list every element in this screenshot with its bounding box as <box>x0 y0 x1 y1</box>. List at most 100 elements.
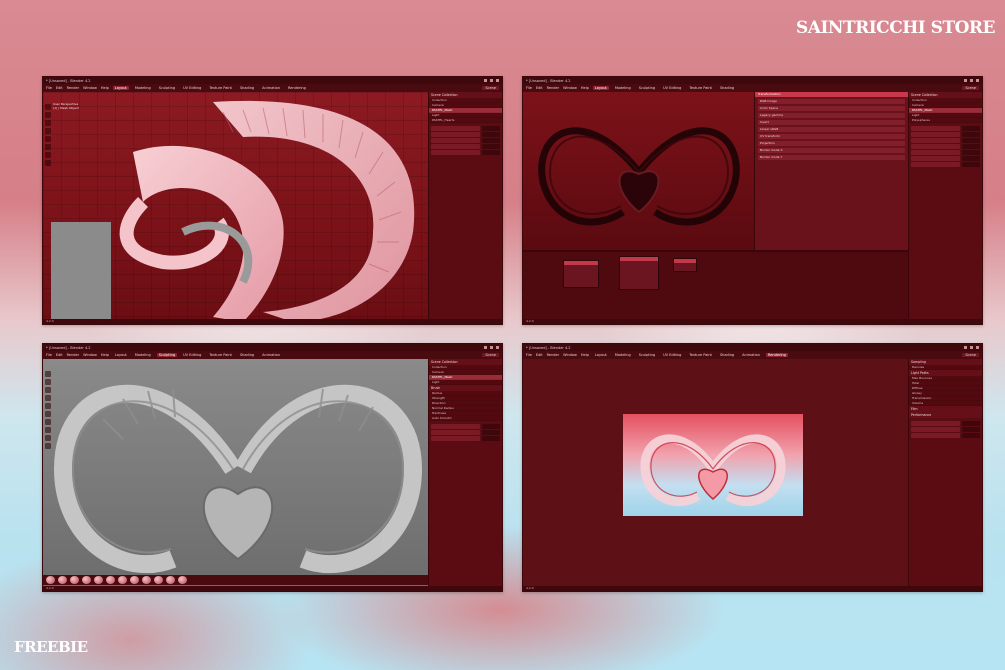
menu-file[interactable]: File <box>46 353 52 357</box>
minimize-icon[interactable] <box>484 346 487 349</box>
tab-texture-paint[interactable]: Texture Paint <box>207 353 234 357</box>
close-icon[interactable] <box>976 346 979 349</box>
3d-viewport[interactable] <box>43 359 428 591</box>
brush-preview-icon[interactable] <box>118 576 127 584</box>
tab-shading[interactable]: Shading <box>718 86 736 90</box>
menu-render[interactable]: Render <box>547 86 559 90</box>
tab-texture-paint[interactable]: Texture Paint <box>687 86 714 90</box>
tab-layout[interactable]: Layout <box>592 86 609 90</box>
menu-help[interactable]: Help <box>101 86 109 90</box>
maximize-icon[interactable] <box>490 346 493 349</box>
3d-viewport[interactable] <box>523 92 754 250</box>
node-row[interactable]: Border mode X <box>758 148 905 153</box>
node-editor[interactable] <box>523 249 908 324</box>
move-tool-icon[interactable] <box>45 120 51 126</box>
measure-tool-icon[interactable] <box>45 160 51 166</box>
tab-modeling[interactable]: Modeling <box>613 353 633 357</box>
menu-render[interactable]: Render <box>67 353 79 357</box>
maximize-icon[interactable] <box>970 79 973 82</box>
minimize-icon[interactable] <box>964 346 967 349</box>
tab-uv-editing[interactable]: UV Editing <box>181 353 203 357</box>
pinch-brush-icon[interactable] <box>45 419 51 425</box>
brush-preview-icon[interactable] <box>130 576 139 584</box>
menu-edit[interactable]: Edit <box>536 353 543 357</box>
node-row[interactable]: RGB Image <box>758 99 905 104</box>
tab-rendering[interactable]: Rendering <box>286 86 308 90</box>
inflate-brush-icon[interactable] <box>45 387 51 393</box>
clay-brush-icon[interactable] <box>45 379 51 385</box>
tab-modeling[interactable]: Modeling <box>613 86 633 90</box>
menu-window[interactable]: Window <box>563 353 577 357</box>
mask-brush-icon[interactable] <box>45 427 51 433</box>
brush-preview-icon[interactable] <box>106 576 115 584</box>
menu-file[interactable]: File <box>526 353 532 357</box>
menu-help[interactable]: Help <box>581 86 589 90</box>
maximize-icon[interactable] <box>490 79 493 82</box>
menu-file[interactable]: File <box>526 86 532 90</box>
close-icon[interactable] <box>976 79 979 82</box>
image-editor[interactable] <box>523 359 908 591</box>
node-row[interactable]: Invert <box>758 120 905 125</box>
tab-texture-paint[interactable]: Texture Paint <box>207 86 234 90</box>
crease-brush-icon[interactable] <box>45 435 51 441</box>
flatten-brush-icon[interactable] <box>45 411 51 417</box>
scene-selector[interactable]: Scene <box>962 86 979 90</box>
tab-layout[interactable]: Layout <box>593 353 609 357</box>
node-row[interactable]: Border mode Y <box>758 155 905 160</box>
scale-tool-icon[interactable] <box>45 136 51 142</box>
menu-window[interactable]: Window <box>83 353 97 357</box>
menu-help[interactable]: Help <box>101 353 109 357</box>
tab-animation[interactable]: Animation <box>260 353 282 357</box>
draw-brush-icon[interactable] <box>45 371 51 377</box>
grab-brush-icon[interactable] <box>45 395 51 401</box>
brush-preview-icon[interactable] <box>178 576 187 584</box>
menu-window[interactable]: Window <box>563 86 577 90</box>
tab-rendering[interactable]: Rendering <box>766 353 788 357</box>
tab-uv-editing[interactable]: UV Editing <box>661 86 683 90</box>
menu-window[interactable]: Window <box>83 86 97 90</box>
tab-uv-editing[interactable]: UV Editing <box>181 86 203 90</box>
brush-preview-icon[interactable] <box>70 576 79 584</box>
brush-preview-icon[interactable] <box>58 576 67 584</box>
tab-modeling[interactable]: Modeling <box>133 86 153 90</box>
shader-node[interactable] <box>673 257 697 272</box>
maximize-icon[interactable] <box>970 346 973 349</box>
scene-selector[interactable]: Scene <box>482 353 499 357</box>
menu-edit[interactable]: Edit <box>536 86 543 90</box>
smooth-brush-icon[interactable] <box>45 403 51 409</box>
menu-file[interactable]: File <box>46 86 52 90</box>
transform-tool-icon[interactable] <box>45 144 51 150</box>
node-row[interactable]: Projection <box>758 141 905 146</box>
brush-preview-icon[interactable] <box>82 576 91 584</box>
menu-edit[interactable]: Edit <box>56 353 63 357</box>
tab-sculpting[interactable]: Sculpting <box>637 86 657 90</box>
tab-sculpting[interactable]: Sculpting <box>637 353 657 357</box>
close-icon[interactable] <box>496 79 499 82</box>
node-row[interactable]: Linear sRGB <box>758 127 905 132</box>
annotate-tool-icon[interactable] <box>45 152 51 158</box>
menu-render[interactable]: Render <box>547 353 559 357</box>
scene-selector[interactable]: Scene <box>482 86 499 90</box>
node-row[interactable]: Color Space <box>758 106 905 111</box>
brush-preview-icon[interactable] <box>94 576 103 584</box>
shader-node[interactable] <box>619 255 659 290</box>
shader-workspace[interactable]: Transformation RGB Image Color Space Leg… <box>523 92 908 324</box>
select-tool-icon[interactable] <box>45 104 51 110</box>
brush-preview-icon[interactable] <box>46 576 55 584</box>
tab-shading[interactable]: Shading <box>238 353 256 357</box>
scene-selector[interactable]: Scene <box>962 353 979 357</box>
tab-shading[interactable]: Shading <box>238 86 256 90</box>
tab-texture-paint[interactable]: Texture Paint <box>687 353 714 357</box>
tab-sculpting[interactable]: Sculpting <box>157 86 177 90</box>
tab-animation[interactable]: Animation <box>260 86 282 90</box>
brush-preview-icon[interactable] <box>166 576 175 584</box>
node-row[interactable]: Legacy gamma <box>758 113 905 118</box>
tab-modeling[interactable]: Modeling <box>133 353 153 357</box>
snake-hook-icon[interactable] <box>45 443 51 449</box>
minimize-icon[interactable] <box>964 79 967 82</box>
shader-node[interactable] <box>563 259 599 288</box>
tab-animation[interactable]: Animation <box>740 353 762 357</box>
brush-preview-icon[interactable] <box>154 576 163 584</box>
3d-viewport[interactable]: User Perspective (1) | Mesh Object <box>43 92 428 324</box>
cursor-tool-icon[interactable] <box>45 112 51 118</box>
